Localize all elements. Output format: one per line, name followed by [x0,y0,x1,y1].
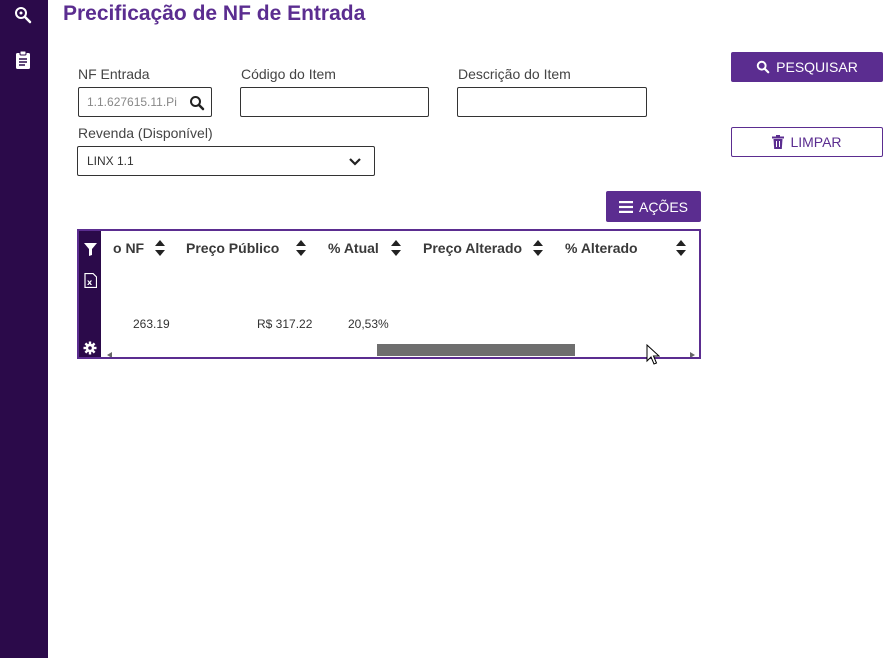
codigo-item-label: Código do Item [241,66,336,82]
search-icon [756,60,770,74]
codigo-item-field [240,87,429,117]
limpar-label: LIMPAR [790,134,842,150]
acoes-label: AÇÕES [638,198,688,215]
chevron-down-icon [348,155,362,167]
page-title: Precificação de NF de Entrada [63,2,366,25]
scrollbar-thumb[interactable] [376,344,575,356]
grid-toolbar: x [79,231,101,357]
column-header[interactable]: o NF [113,240,144,256]
sort-icon[interactable] [154,239,166,257]
descricao-item-input[interactable] [458,88,646,116]
search-icon[interactable] [12,4,34,26]
clipboard-icon[interactable] [12,49,34,71]
horizontal-scrollbar[interactable] [103,341,699,357]
revenda-select[interactable]: LINX 1.1 [77,146,375,176]
nf-entrada-field [78,87,212,117]
mouse-cursor-icon [646,343,661,366]
column-header[interactable]: Preço Público [186,240,279,256]
codigo-item-input[interactable] [241,88,428,116]
pesquisar-button[interactable]: PESQUISAR [731,52,883,82]
acoes-button[interactable]: AÇÕES [606,191,701,222]
menu-icon [618,200,633,213]
limpar-button[interactable]: LIMPAR [731,127,883,157]
cell-pct-atual: 20,53% [348,317,389,331]
revenda-label: Revenda (Disponível) [78,125,213,141]
sort-icon[interactable] [390,239,402,257]
column-header[interactable]: % Atual [328,240,379,256]
nf-entrada-label: NF Entrada [78,66,150,82]
pesquisar-label: PESQUISAR [776,59,858,75]
column-header[interactable]: % Alterado [565,240,638,256]
sort-icon[interactable] [675,239,687,257]
search-icon[interactable] [189,95,205,111]
scroll-left-icon[interactable] [107,345,112,357]
excel-export-icon[interactable]: x [82,272,98,288]
sidebar [0,0,48,658]
trash-icon [772,135,785,149]
scroll-right-icon[interactable] [690,345,695,357]
results-grid: x o NF Preço Público % Atual Preço Alter… [77,229,701,359]
descricao-item-field [457,87,647,117]
svg-text:x: x [87,278,93,287]
revenda-selected-value: LINX 1.1 [87,154,134,168]
sort-icon[interactable] [295,239,307,257]
column-header[interactable]: Preço Alterado [423,240,522,256]
filter-icon[interactable] [82,241,98,257]
gear-icon[interactable] [82,340,98,356]
descricao-item-label: Descrição do Item [458,66,571,82]
cell-preco-publico: R$ 317.22 [257,317,313,331]
sort-icon[interactable] [532,239,544,257]
cell-nf: 263.19 [133,317,170,331]
